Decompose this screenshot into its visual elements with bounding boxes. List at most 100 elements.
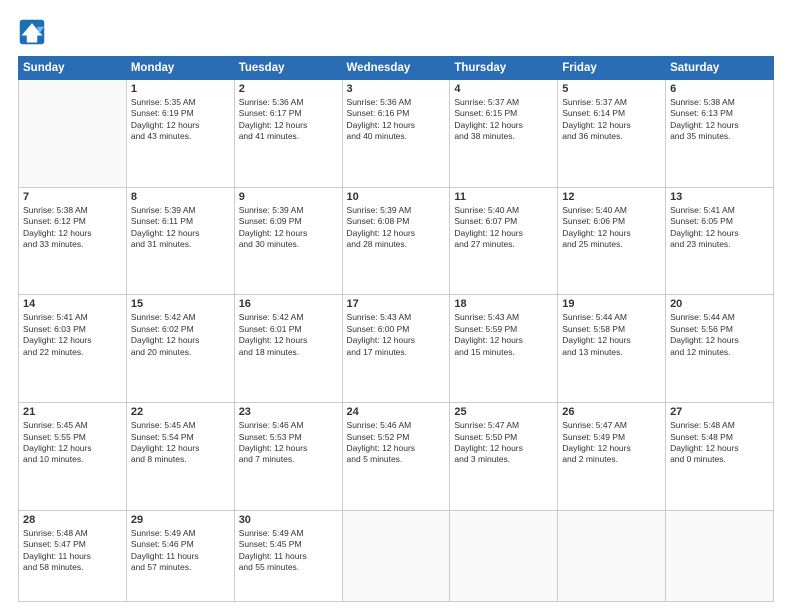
- calendar-cell: [450, 510, 558, 601]
- cell-text: Sunrise: 5:40 AM Sunset: 6:06 PM Dayligh…: [562, 205, 661, 251]
- calendar-cell: [342, 510, 450, 601]
- cell-text: Sunrise: 5:48 AM Sunset: 5:47 PM Dayligh…: [23, 528, 122, 574]
- calendar-cell: 12 Sunrise: 5:40 AM Sunset: 6:06 PM Dayli…: [558, 187, 666, 295]
- day-number: 18: [454, 298, 553, 310]
- day-number: 15: [131, 298, 230, 310]
- day-number: 5: [562, 83, 661, 95]
- weekday-header-saturday: Saturday: [666, 57, 774, 80]
- logo: [18, 18, 50, 46]
- cell-text: Sunrise: 5:45 AM Sunset: 5:55 PM Dayligh…: [23, 420, 122, 466]
- calendar-cell: 9 Sunrise: 5:39 AM Sunset: 6:09 PM Daylig…: [234, 187, 342, 295]
- cell-text: Sunrise: 5:39 AM Sunset: 6:09 PM Dayligh…: [239, 205, 338, 251]
- day-number: 1: [131, 83, 230, 95]
- calendar-cell: 23 Sunrise: 5:46 AM Sunset: 5:53 PM Dayli…: [234, 403, 342, 511]
- cell-text: Sunrise: 5:38 AM Sunset: 6:12 PM Dayligh…: [23, 205, 122, 251]
- calendar-cell: 7Sunrise: 5:38 AM Sunset: 6:12 PM Daylig…: [19, 187, 127, 295]
- day-number: 26: [562, 406, 661, 418]
- calendar-cell: 27 Sunrise: 5:48 AM Sunset: 5:48 PM Dayli…: [666, 403, 774, 511]
- day-number: 10: [347, 191, 446, 203]
- day-number: 22: [131, 406, 230, 418]
- day-number: 17: [347, 298, 446, 310]
- cell-text: Sunrise: 5:39 AM Sunset: 6:11 PM Dayligh…: [131, 205, 230, 251]
- weekday-header-wednesday: Wednesday: [342, 57, 450, 80]
- cell-text: Sunrise: 5:37 AM Sunset: 6:15 PM Dayligh…: [454, 97, 553, 143]
- cell-text: Sunrise: 5:49 AM Sunset: 5:46 PM Dayligh…: [131, 528, 230, 574]
- day-number: 25: [454, 406, 553, 418]
- day-number: 3: [347, 83, 446, 95]
- day-number: 21: [23, 406, 122, 418]
- calendar-cell: [19, 80, 127, 188]
- calendar-cell: 17Sunrise: 5:43 AM Sunset: 6:00 PM Dayli…: [342, 295, 450, 403]
- weekday-header-friday: Friday: [558, 57, 666, 80]
- calendar-cell: 24 Sunrise: 5:46 AM Sunset: 5:52 PM Dayli…: [342, 403, 450, 511]
- calendar-cell: 14Sunrise: 5:41 AM Sunset: 6:03 PM Dayli…: [19, 295, 127, 403]
- day-number: 23: [239, 406, 338, 418]
- day-number: 13: [670, 191, 769, 203]
- calendar-cell: 3 Sunrise: 5:36 AM Sunset: 6:16 PM Daylig…: [342, 80, 450, 188]
- day-number: 11: [454, 191, 553, 203]
- calendar-cell: 8 Sunrise: 5:39 AM Sunset: 6:11 PM Daylig…: [126, 187, 234, 295]
- weekday-header-tuesday: Tuesday: [234, 57, 342, 80]
- cell-text: Sunrise: 5:47 AM Sunset: 5:49 PM Dayligh…: [562, 420, 661, 466]
- calendar-cell: 18 Sunrise: 5:43 AM Sunset: 5:59 PM Dayli…: [450, 295, 558, 403]
- logo-icon: [18, 18, 46, 46]
- day-number: 12: [562, 191, 661, 203]
- day-number: 2: [239, 83, 338, 95]
- cell-text: Sunrise: 5:40 AM Sunset: 6:07 PM Dayligh…: [454, 205, 553, 251]
- cell-text: Sunrise: 5:46 AM Sunset: 5:52 PM Dayligh…: [347, 420, 446, 466]
- calendar-cell: 2 Sunrise: 5:36 AM Sunset: 6:17 PM Daylig…: [234, 80, 342, 188]
- weekday-header-sunday: Sunday: [19, 57, 127, 80]
- calendar-cell: 26 Sunrise: 5:47 AM Sunset: 5:49 PM Dayli…: [558, 403, 666, 511]
- calendar-cell: 1Sunrise: 5:35 AM Sunset: 6:19 PM Daylig…: [126, 80, 234, 188]
- cell-text: Sunrise: 5:41 AM Sunset: 6:05 PM Dayligh…: [670, 205, 769, 251]
- calendar-cell: 28Sunrise: 5:48 AM Sunset: 5:47 PM Dayli…: [19, 510, 127, 601]
- cell-text: Sunrise: 5:43 AM Sunset: 5:59 PM Dayligh…: [454, 312, 553, 358]
- cell-text: Sunrise: 5:48 AM Sunset: 5:48 PM Dayligh…: [670, 420, 769, 466]
- day-number: 16: [239, 298, 338, 310]
- calendar-cell: [558, 510, 666, 601]
- day-number: 29: [131, 514, 230, 526]
- day-number: 4: [454, 83, 553, 95]
- day-number: 6: [670, 83, 769, 95]
- header: [18, 18, 774, 46]
- calendar-cell: 21 Sunrise: 5:45 AM Sunset: 5:55 PM Dayli…: [19, 403, 127, 511]
- day-number: 24: [347, 406, 446, 418]
- calendar-cell: 20Sunrise: 5:44 AM Sunset: 5:56 PM Dayli…: [666, 295, 774, 403]
- calendar-week-row-2: 14Sunrise: 5:41 AM Sunset: 6:03 PM Dayli…: [19, 295, 774, 403]
- day-number: 19: [562, 298, 661, 310]
- calendar-cell: [666, 510, 774, 601]
- cell-text: Sunrise: 5:45 AM Sunset: 5:54 PM Dayligh…: [131, 420, 230, 466]
- weekday-header-monday: Monday: [126, 57, 234, 80]
- calendar-week-row-3: 21 Sunrise: 5:45 AM Sunset: 5:55 PM Dayli…: [19, 403, 774, 511]
- cell-text: Sunrise: 5:38 AM Sunset: 6:13 PM Dayligh…: [670, 97, 769, 143]
- day-number: 8: [131, 191, 230, 203]
- day-number: 27: [670, 406, 769, 418]
- day-number: 30: [239, 514, 338, 526]
- weekday-header-thursday: Thursday: [450, 57, 558, 80]
- cell-text: Sunrise: 5:46 AM Sunset: 5:53 PM Dayligh…: [239, 420, 338, 466]
- cell-text: Sunrise: 5:49 AM Sunset: 5:45 PM Dayligh…: [239, 528, 338, 574]
- calendar-cell: 10 Sunrise: 5:39 AM Sunset: 6:08 PM Dayli…: [342, 187, 450, 295]
- calendar-cell: 5 Sunrise: 5:37 AM Sunset: 6:14 PM Daylig…: [558, 80, 666, 188]
- calendar-cell: 13 Sunrise: 5:41 AM Sunset: 6:05 PM Dayli…: [666, 187, 774, 295]
- calendar-table: SundayMondayTuesdayWednesdayThursdayFrid…: [18, 56, 774, 602]
- calendar-cell: 11 Sunrise: 5:40 AM Sunset: 6:07 PM Dayli…: [450, 187, 558, 295]
- day-number: 14: [23, 298, 122, 310]
- cell-text: Sunrise: 5:39 AM Sunset: 6:08 PM Dayligh…: [347, 205, 446, 251]
- cell-text: Sunrise: 5:44 AM Sunset: 5:56 PM Dayligh…: [670, 312, 769, 358]
- calendar-cell: 25Sunrise: 5:47 AM Sunset: 5:50 PM Dayli…: [450, 403, 558, 511]
- calendar-cell: 22 Sunrise: 5:45 AM Sunset: 5:54 PM Dayli…: [126, 403, 234, 511]
- calendar-week-row-4: 28Sunrise: 5:48 AM Sunset: 5:47 PM Dayli…: [19, 510, 774, 601]
- calendar-cell: 15 Sunrise: 5:42 AM Sunset: 6:02 PM Dayli…: [126, 295, 234, 403]
- cell-text: Sunrise: 5:42 AM Sunset: 6:02 PM Dayligh…: [131, 312, 230, 358]
- cell-text: Sunrise: 5:44 AM Sunset: 5:58 PM Dayligh…: [562, 312, 661, 358]
- cell-text: Sunrise: 5:36 AM Sunset: 6:16 PM Dayligh…: [347, 97, 446, 143]
- day-number: 9: [239, 191, 338, 203]
- cell-text: Sunrise: 5:37 AM Sunset: 6:14 PM Dayligh…: [562, 97, 661, 143]
- calendar-week-row-0: 1Sunrise: 5:35 AM Sunset: 6:19 PM Daylig…: [19, 80, 774, 188]
- cell-text: Sunrise: 5:36 AM Sunset: 6:17 PM Dayligh…: [239, 97, 338, 143]
- calendar-cell: 4 Sunrise: 5:37 AM Sunset: 6:15 PM Daylig…: [450, 80, 558, 188]
- calendar-cell: 29 Sunrise: 5:49 AM Sunset: 5:46 PM Dayli…: [126, 510, 234, 601]
- calendar-cell: 30 Sunrise: 5:49 AM Sunset: 5:45 PM Dayli…: [234, 510, 342, 601]
- weekday-header-row: SundayMondayTuesdayWednesdayThursdayFrid…: [19, 57, 774, 80]
